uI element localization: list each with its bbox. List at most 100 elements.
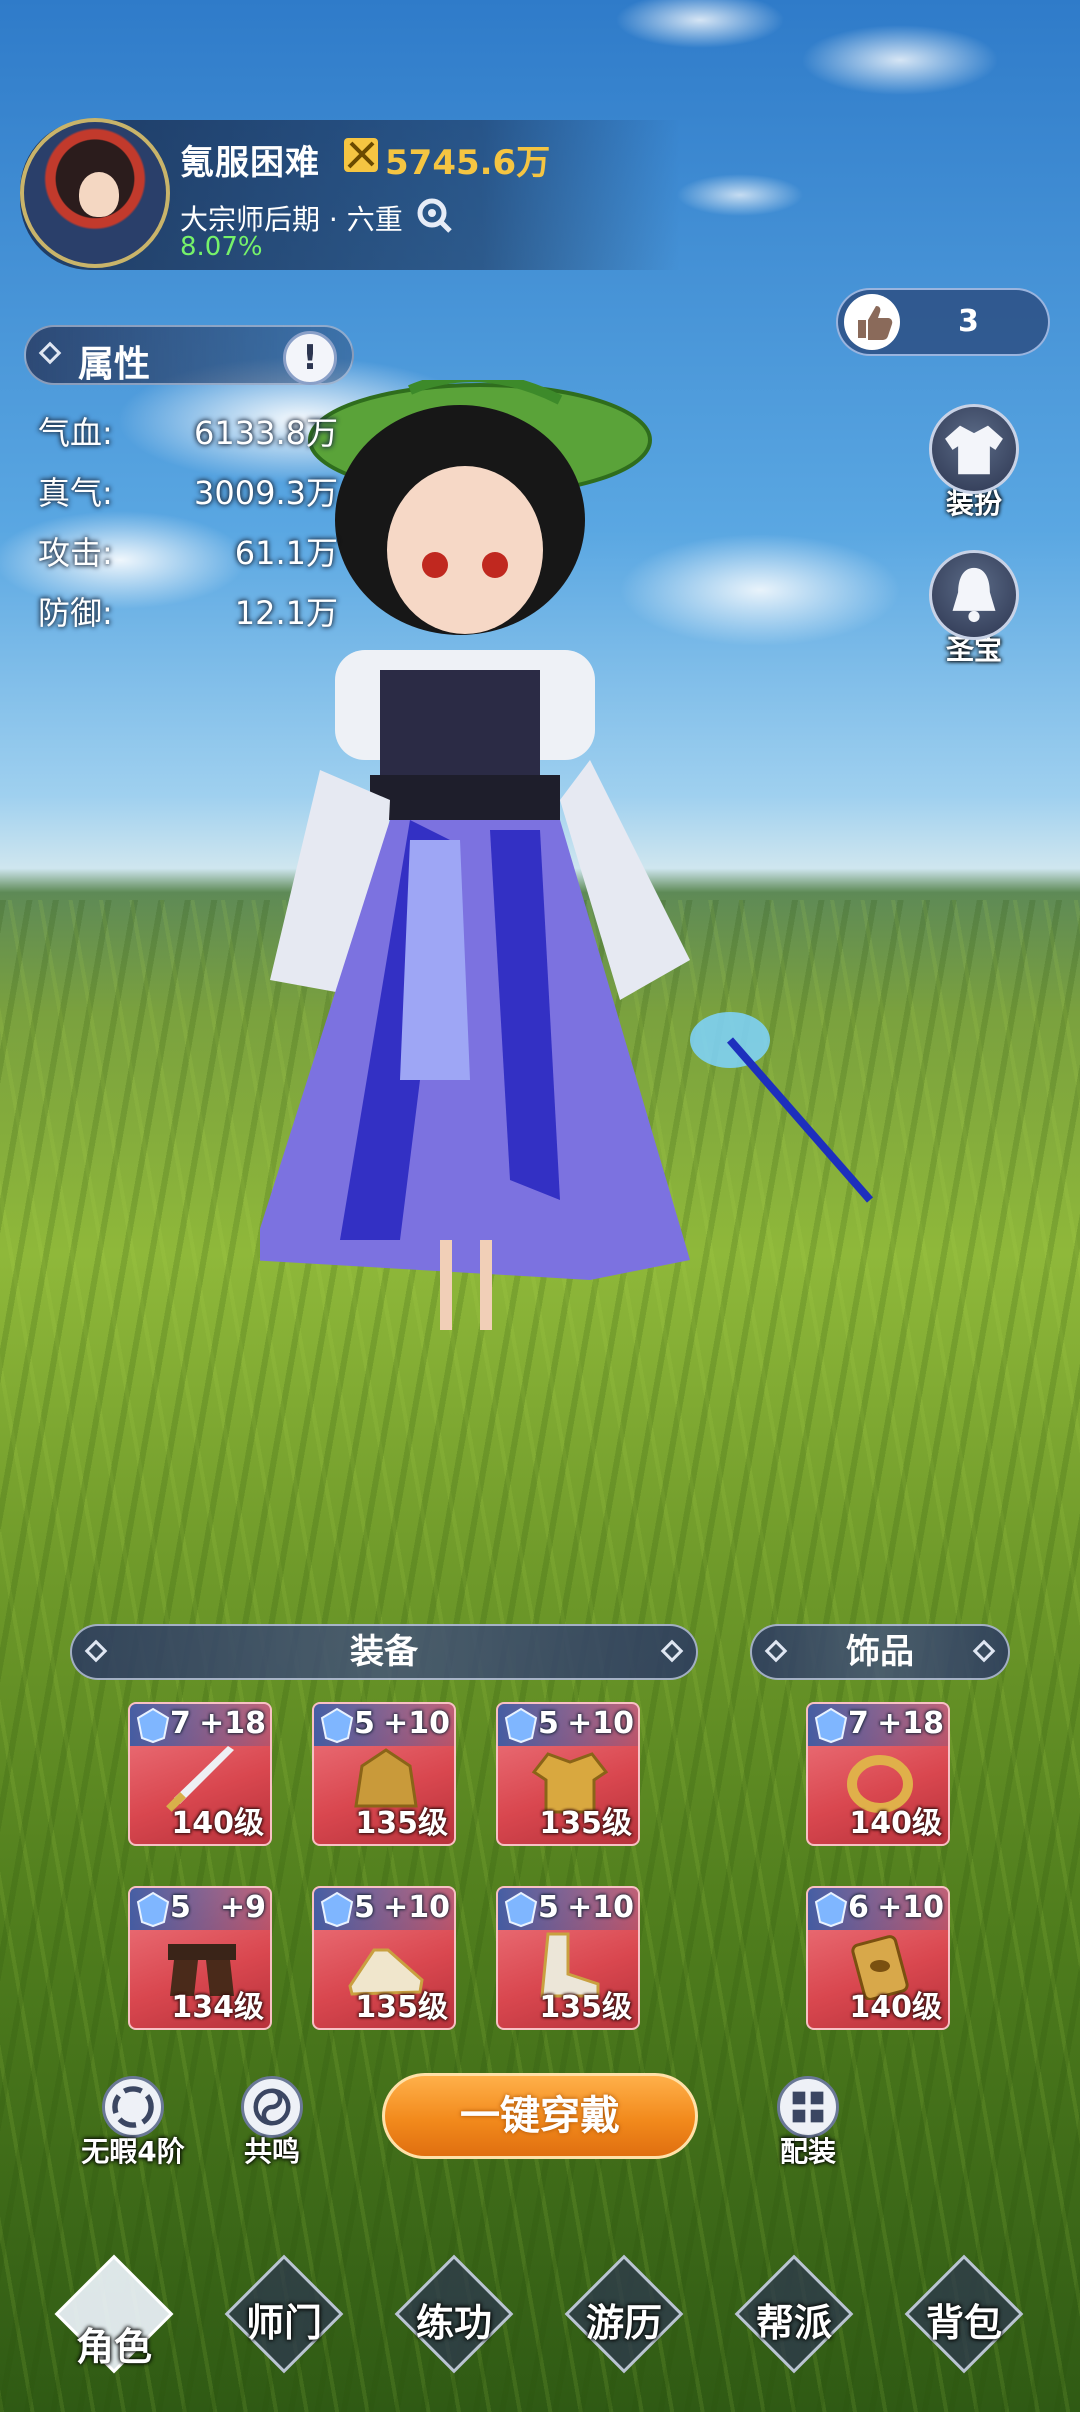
- nav-tab-label: 帮派: [755, 2301, 832, 2345]
- attribute-row-attack: 攻击: 61.1万: [38, 528, 338, 574]
- slot-tier: 7: [848, 1706, 869, 1741]
- nav-tab-label: 角色: [75, 2325, 152, 2369]
- slot-enhance: +10: [383, 1890, 450, 1925]
- accessories-header: 饰品: [750, 1624, 1010, 1680]
- loadout-button[interactable]: 配装: [758, 2076, 858, 2170]
- attribute-value: 61.1万: [234, 534, 338, 572]
- slot-enhance: +10: [567, 1890, 634, 1925]
- nav-tab-sect[interactable]: 师门: [214, 2254, 354, 2382]
- slot-level: 140级: [171, 1806, 264, 1841]
- exp-percent: 8.07%: [180, 232, 263, 262]
- resonance-button[interactable]: 共鸣: [222, 2076, 322, 2170]
- attribute-row-qi: 真气: 3009.3万: [38, 468, 338, 514]
- outfit-button[interactable]: 装扮: [924, 404, 1024, 522]
- attribute-row-hp: 气血: 6133.8万: [38, 408, 338, 454]
- grid-icon: [777, 2076, 839, 2138]
- equipment-slot-boots[interactable]: 5 +10 135级: [496, 1886, 640, 2030]
- accessory-slot-ring[interactable]: 7 +18 140级: [806, 1702, 950, 1846]
- slot-enhance: +18: [199, 1706, 266, 1741]
- nav-tab-guild[interactable]: 帮派: [724, 2254, 864, 2382]
- equipment-slot-belt[interactable]: 5 +9 134级: [128, 1886, 272, 2030]
- attribute-label: 攻击:: [38, 534, 113, 572]
- resonance-label: 共鸣: [243, 2135, 300, 2168]
- slot-level: 135级: [539, 1806, 632, 1841]
- slot-tier: 5: [170, 1890, 191, 1925]
- like-count: 3: [958, 304, 979, 339]
- attribute-value: 3009.3万: [194, 474, 338, 512]
- slot-tier: 5: [538, 1890, 559, 1925]
- diamond-icon: [764, 1639, 788, 1663]
- gem-icon: [320, 1891, 354, 1928]
- gem-icon: [504, 1707, 538, 1744]
- slot-level: 140级: [849, 1806, 942, 1841]
- equipment-header: 装备: [70, 1624, 698, 1680]
- nav-tab-label: 背包: [925, 2301, 1002, 2345]
- slot-enhance: +10: [567, 1706, 634, 1741]
- player-character[interactable]: [260, 380, 950, 1480]
- attribute-row-defense: 防御: 12.1万: [38, 588, 338, 634]
- gem-icon: [136, 1707, 170, 1744]
- nav-tab-label: 师门: [245, 2301, 322, 2345]
- equipment-title: 装备: [350, 1632, 418, 1672]
- gem-icon: [136, 1891, 170, 1928]
- accessory-slot-amulet[interactable]: 6 +10 140级: [806, 1886, 950, 2030]
- slot-level: 135级: [539, 1990, 632, 2025]
- slot-tier: 5: [354, 1890, 375, 1925]
- slot-level: 134级: [171, 1990, 264, 2025]
- diamond-icon: [38, 341, 62, 365]
- nav-tab-bag[interactable]: 背包: [894, 2254, 1034, 2382]
- slot-enhance: +10: [877, 1890, 944, 1925]
- slot-tier: 7: [170, 1706, 191, 1741]
- equipment-slot-armor[interactable]: 5 +10 135级: [496, 1702, 640, 1846]
- slot-tier: 5: [354, 1706, 375, 1741]
- accessories-title: 饰品: [846, 1632, 914, 1672]
- diamond-icon: [660, 1639, 684, 1663]
- attribute-label: 气血:: [38, 414, 113, 452]
- slot-level: 135级: [355, 1990, 448, 2025]
- search-icon[interactable]: [414, 195, 454, 235]
- player-avatar[interactable]: [20, 118, 170, 268]
- treasure-button[interactable]: 圣宝: [924, 550, 1024, 668]
- player-name: 氪服困难: [180, 143, 320, 183]
- diamond-icon: [972, 1639, 996, 1663]
- equip-all-button[interactable]: 一键穿戴: [382, 2073, 698, 2159]
- slot-enhance: +10: [383, 1706, 450, 1741]
- attribute-value: 6133.8万: [194, 414, 338, 452]
- avatar-face: [79, 172, 119, 217]
- slot-tier: 5: [538, 1706, 559, 1741]
- attributes-title: 属性: [78, 344, 151, 385]
- gem-icon: [504, 1891, 538, 1928]
- thumbs-up-icon: [844, 294, 900, 350]
- like-button[interactable]: 3: [836, 288, 1050, 356]
- attribute-value: 12.1万: [234, 594, 338, 632]
- nav-tab-character[interactable]: 角色: [44, 2254, 184, 2382]
- attribute-label: 防御:: [38, 594, 113, 632]
- combat-power-value: 5745.6万: [385, 143, 551, 183]
- nav-tab-travel[interactable]: 游历: [554, 2254, 694, 2382]
- slot-level: 135级: [355, 1806, 448, 1841]
- equipment-slot-weapon[interactable]: 7 +18 140级: [128, 1702, 272, 1846]
- slot-level: 140级: [849, 1990, 942, 2025]
- attributes-header: 属性 !: [24, 325, 354, 385]
- resonance-icon: [241, 2076, 303, 2138]
- nav-tab-label: 游历: [585, 2301, 662, 2345]
- diamond-icon: [84, 1639, 108, 1663]
- flawless-button[interactable]: 无暇4阶: [68, 2076, 198, 2170]
- flawless-label: 无暇4阶: [81, 2135, 185, 2168]
- gem-icon: [320, 1707, 354, 1744]
- bell-icon: [929, 550, 1019, 640]
- combat-power-icon: [344, 138, 378, 172]
- nav-tab-label: 练功: [415, 2301, 492, 2345]
- flawless-icon: [102, 2076, 164, 2138]
- attributes-info-button[interactable]: !: [283, 331, 337, 385]
- equipment-slot-shoes[interactable]: 5 +10 135级: [312, 1886, 456, 2030]
- slot-enhance: +9: [219, 1890, 266, 1925]
- outfit-icon: [929, 404, 1019, 494]
- nav-tab-training[interactable]: 练功: [384, 2254, 524, 2382]
- slot-tier: 6: [848, 1890, 869, 1925]
- slot-enhance: +18: [877, 1706, 944, 1741]
- equipment-slot-helmet[interactable]: 5 +10 135级: [312, 1702, 456, 1846]
- gem-icon: [814, 1707, 848, 1744]
- loadout-label: 配装: [779, 2135, 836, 2168]
- gem-icon: [814, 1891, 848, 1928]
